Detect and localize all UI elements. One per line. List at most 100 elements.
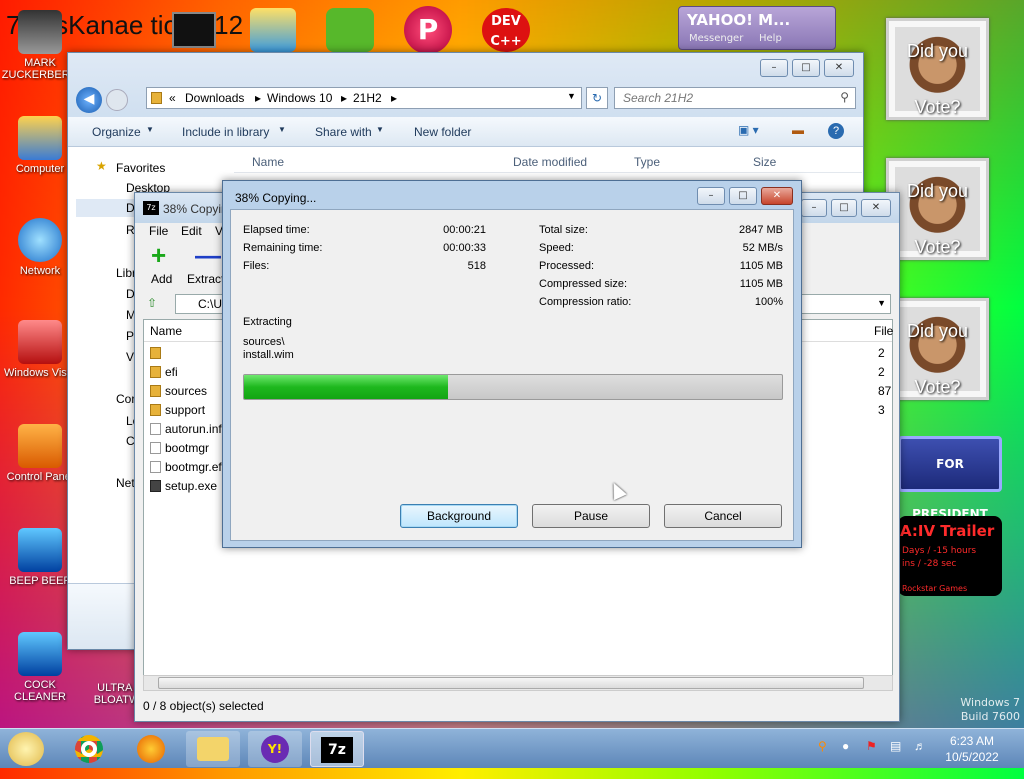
view-icon[interactable]: ▣ ▾ (738, 123, 759, 137)
progress-dialog[interactable]: 38% Copying... – □ ✕ Elapsed time: 00:00:… (222, 180, 802, 548)
address-bar[interactable]: « Downloads ▸ Windows 10 ▸ 21H2 ▸ ▼ (146, 87, 582, 109)
add-plus-icon[interactable]: + (151, 242, 166, 268)
progress-maximize-button[interactable]: □ (729, 187, 757, 205)
folder-icon (150, 385, 161, 397)
gta-title: A:IV Trailer (900, 522, 995, 540)
sevenzip-minimize-button[interactable]: – (801, 199, 827, 217)
clock[interactable]: 6:23 AM 10/5/2022 (934, 733, 1010, 773)
refresh-button[interactable]: ↻ (586, 87, 608, 109)
cmd-icon[interactable] (172, 12, 216, 48)
sevenzip-close-button[interactable]: ✕ (861, 199, 891, 217)
breadcrumb-21h2[interactable]: 21H2 (353, 91, 382, 105)
app-icon (18, 528, 62, 572)
address-dropdown-icon[interactable]: ▼ (567, 91, 576, 101)
background-button[interactable]: Background (400, 504, 518, 528)
new-folder-button[interactable]: New folder (414, 125, 471, 139)
p-icon[interactable]: P (404, 6, 452, 54)
progress-client: Elapsed time: 00:00:21 Remaining time: 00:0… (230, 209, 794, 541)
taskbar-chrome-icon[interactable] (62, 731, 116, 767)
explorer-minimize-button[interactable]: – (760, 59, 788, 77)
menu-file[interactable]: File (149, 224, 168, 238)
stat-value: 00:00:33 (443, 242, 486, 254)
breadcrumb-windows10[interactable]: Windows 10 (267, 91, 332, 105)
path-dropdown-icon[interactable]: ▼ (877, 298, 886, 308)
file-name: setup.exe (165, 479, 218, 493)
devcpp-icon[interactable]: DEV C++ (482, 8, 530, 52)
folder-icon (150, 347, 161, 359)
column-name[interactable]: Name (150, 324, 182, 338)
chevron-down-icon: ▼ (278, 125, 286, 134)
stat-label: Total size: (539, 224, 588, 236)
file-icon (150, 461, 161, 473)
breadcrumb-downloads[interactable]: Downloads (185, 91, 244, 105)
vote-gadget-3[interactable]: Did you Vote? (886, 298, 989, 400)
vote-gadget-2[interactable]: Did you Vote? (886, 158, 989, 260)
stat-value: 00:00:21 (443, 224, 486, 236)
cancel-button[interactable]: Cancel (664, 504, 782, 528)
extract-minus-icon[interactable]: — (195, 242, 221, 268)
nav-favorites[interactable]: Favorites (116, 161, 165, 175)
forward-button[interactable] (106, 89, 128, 111)
progress-title: 38% Copying... (235, 191, 317, 205)
menu-edit[interactable]: Edit (181, 224, 202, 238)
file-size: 2 (878, 346, 885, 360)
taskbar-firefox-icon[interactable] (124, 731, 178, 767)
start-button[interactable] (8, 732, 44, 766)
progress-close-button[interactable]: ✕ (761, 187, 793, 205)
taskbar-7zip-icon[interactable]: 7z (310, 731, 364, 767)
scrollbar-thumb[interactable] (158, 677, 864, 689)
yahoo-title: YAHOO! M... (687, 11, 791, 29)
file-icon (150, 423, 161, 435)
preview-pane-icon[interactable]: ▬ (792, 123, 804, 137)
column-date[interactable]: Date modified (513, 155, 587, 169)
nav-computer[interactable]: Cor (116, 392, 135, 406)
gta-line2: ins / -28 sec (902, 559, 957, 569)
up-folder-icon[interactable]: ⇧ (147, 296, 157, 310)
stat-value: 100% (754, 296, 783, 308)
gta-gadget[interactable]: A:IV Trailer Days / -15 hours ins / -28 … (898, 516, 1002, 596)
organize-button[interactable]: Organize (92, 125, 141, 139)
tray-icon-2[interactable]: ● (842, 739, 849, 779)
back-button[interactable]: ◀ (76, 87, 102, 113)
favorites-star-icon: ★ (96, 159, 107, 173)
file-name: efi (165, 365, 178, 379)
tray-search-icon[interactable]: ⚲ (818, 739, 827, 779)
share-with-button[interactable]: Share with (315, 125, 372, 139)
explorer-maximize-button[interactable]: □ (792, 59, 820, 77)
tray-flag-icon[interactable]: ⚑ (866, 739, 877, 779)
app-icon-folder[interactable] (250, 8, 296, 52)
add-label[interactable]: Add (151, 272, 172, 286)
vote-gadget-1[interactable]: Did you Vote? (886, 18, 989, 120)
file-icon (150, 442, 161, 454)
sevenzip-maximize-button[interactable]: □ (831, 199, 857, 217)
stat-value: 52 MB/s (742, 242, 783, 254)
nav-lib-v[interactable]: V (126, 350, 134, 364)
breadcrumb-sep: ▸ (391, 91, 398, 105)
help-icon[interactable]: ? (828, 123, 844, 139)
tray-network-icon[interactable]: ▤ (890, 739, 901, 779)
taskbar-yahoo-icon[interactable]: Y! (248, 731, 302, 767)
column-type[interactable]: Type (634, 155, 660, 169)
column-name[interactable]: Name (252, 155, 284, 169)
pause-button[interactable]: Pause (532, 504, 650, 528)
column-size[interactable]: File (874, 324, 893, 338)
progress-minimize-button[interactable]: – (697, 187, 725, 205)
nav-network[interactable]: Net (116, 476, 135, 490)
column-size[interactable]: Size (753, 155, 776, 169)
nav-libraries[interactable]: Libr (116, 266, 136, 280)
extract-label[interactable]: Extract (187, 272, 224, 286)
stat-value: 1105 MB (739, 278, 783, 290)
include-library-button[interactable]: Include in library (182, 125, 269, 139)
angry-birds-icon[interactable] (326, 8, 374, 52)
search-input[interactable]: Search 21H2 ⚲ (614, 87, 856, 109)
network-icon (18, 218, 62, 262)
horizontal-scrollbar[interactable] (143, 675, 893, 691)
nav-lib-p[interactable]: P (126, 329, 134, 343)
clock-date: 10/5/2022 (945, 750, 999, 764)
person-icon (18, 10, 62, 54)
taskbar-folder-icon[interactable] (186, 731, 240, 767)
yahoo-messenger-window[interactable]: YAHOO! M... Messenger Help (678, 6, 836, 50)
explorer-close-button[interactable]: ✕ (824, 59, 854, 77)
tray-volume-icon[interactable]: ♬ (914, 739, 926, 779)
yahoo-sub1: Messenger (689, 33, 744, 44)
